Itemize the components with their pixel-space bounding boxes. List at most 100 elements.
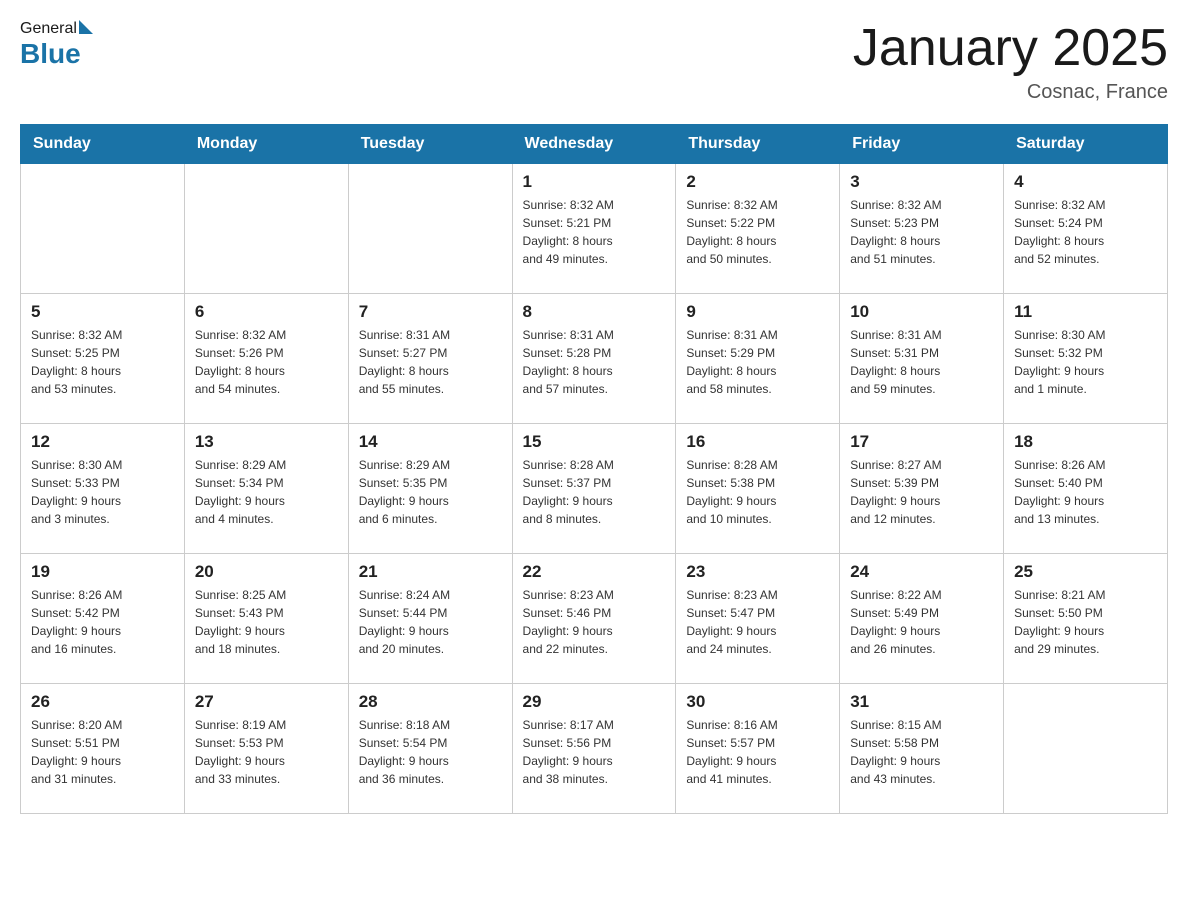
day-info: Sunrise: 8:31 AMSunset: 5:27 PMDaylight:… (359, 326, 502, 398)
page-header: General Blue January 2025 Cosnac, France (20, 20, 1168, 104)
calendar-cell: 23Sunrise: 8:23 AMSunset: 5:47 PMDayligh… (676, 554, 840, 684)
calendar-cell: 26Sunrise: 8:20 AMSunset: 5:51 PMDayligh… (21, 684, 185, 814)
calendar-cell: 13 Sunrise: 8:29 AMSunset: 5:34 PMDayligh… (184, 424, 348, 554)
day-info: Sunrise: 8:18 AMSunset: 5:54 PMDaylight:… (359, 716, 502, 788)
calendar-week-row: 19 Sunrise: 8:26 AMSunset: 5:42 PMDayligh… (21, 554, 1168, 684)
calendar-cell: 21 Sunrise: 8:24 AMSunset: 5:44 PMDayligh… (348, 554, 512, 684)
calendar-cell: 5 Sunrise: 8:32 AMSunset: 5:25 PMDaylight… (21, 294, 185, 424)
day-number: 26 (31, 692, 174, 712)
calendar-header-row: SundayMondayTuesdayWednesdayThursdayFrid… (21, 125, 1168, 164)
day-number: 11 (1014, 302, 1157, 322)
day-of-week-header: Tuesday (348, 125, 512, 164)
calendar-week-row: 12 Sunrise: 8:30 AMSunset: 5:33 PMDayligh… (21, 424, 1168, 554)
calendar-cell: 4 Sunrise: 8:32 AMSunset: 5:24 PMDaylight… (1004, 164, 1168, 294)
day-number: 3 (850, 172, 993, 192)
calendar-title: January 2025 (853, 20, 1168, 77)
day-number: 27 (195, 692, 338, 712)
calendar-cell: 3 Sunrise: 8:32 AMSunset: 5:23 PMDaylight… (840, 164, 1004, 294)
day-number: 29 (523, 692, 666, 712)
calendar-cell: 24Sunrise: 8:22 AMSunset: 5:49 PMDayligh… (840, 554, 1004, 684)
day-number: 10 (850, 302, 993, 322)
day-info: Sunrise: 8:17 AMSunset: 5:56 PMDaylight:… (523, 716, 666, 788)
day-of-week-header: Sunday (21, 125, 185, 164)
calendar-cell: 20 Sunrise: 8:25 AMSunset: 5:43 PMDayligh… (184, 554, 348, 684)
day-number: 4 (1014, 172, 1157, 192)
day-number: 12 (31, 432, 174, 452)
calendar-week-row: 26Sunrise: 8:20 AMSunset: 5:51 PMDayligh… (21, 684, 1168, 814)
day-of-week-header: Monday (184, 125, 348, 164)
day-info: Sunrise: 8:29 AMSunset: 5:34 PMDaylight:… (195, 456, 338, 528)
day-info: Sunrise: 8:29 AMSunset: 5:35 PMDaylight:… (359, 456, 502, 528)
calendar-table: SundayMondayTuesdayWednesdayThursdayFrid… (20, 124, 1168, 814)
calendar-cell (1004, 684, 1168, 814)
day-number: 6 (195, 302, 338, 322)
calendar-cell: 29 Sunrise: 8:17 AMSunset: 5:56 PMDayligh… (512, 684, 676, 814)
logo-arrow-icon (79, 20, 93, 34)
calendar-cell: 14 Sunrise: 8:29 AMSunset: 5:35 PMDayligh… (348, 424, 512, 554)
day-info: Sunrise: 8:32 AMSunset: 5:26 PMDaylight:… (195, 326, 338, 398)
day-info: Sunrise: 8:23 AMSunset: 5:47 PMDaylight:… (686, 586, 829, 658)
day-number: 31 (850, 692, 993, 712)
calendar-cell: 12 Sunrise: 8:30 AMSunset: 5:33 PMDayligh… (21, 424, 185, 554)
day-info: Sunrise: 8:32 AMSunset: 5:24 PMDaylight:… (1014, 196, 1157, 268)
day-info: Sunrise: 8:19 AMSunset: 5:53 PMDaylight:… (195, 716, 338, 788)
calendar-cell: 16Sunrise: 8:28 AMSunset: 5:38 PMDayligh… (676, 424, 840, 554)
day-info: Sunrise: 8:25 AMSunset: 5:43 PMDaylight:… (195, 586, 338, 658)
day-info: Sunrise: 8:28 AMSunset: 5:37 PMDaylight:… (523, 456, 666, 528)
calendar-cell: 9 Sunrise: 8:31 AMSunset: 5:29 PMDaylight… (676, 294, 840, 424)
day-number: 2 (686, 172, 829, 192)
calendar-week-row: 1 Sunrise: 8:32 AMSunset: 5:21 PMDaylight… (21, 164, 1168, 294)
day-info: Sunrise: 8:24 AMSunset: 5:44 PMDaylight:… (359, 586, 502, 658)
day-info: Sunrise: 8:21 AMSunset: 5:50 PMDaylight:… (1014, 586, 1157, 658)
calendar-week-row: 5 Sunrise: 8:32 AMSunset: 5:25 PMDaylight… (21, 294, 1168, 424)
day-info: Sunrise: 8:32 AMSunset: 5:22 PMDaylight:… (686, 196, 829, 268)
day-of-week-header: Saturday (1004, 125, 1168, 164)
day-info: Sunrise: 8:30 AMSunset: 5:33 PMDaylight:… (31, 456, 174, 528)
calendar-cell: 10Sunrise: 8:31 AMSunset: 5:31 PMDayligh… (840, 294, 1004, 424)
day-number: 20 (195, 562, 338, 582)
day-of-week-header: Thursday (676, 125, 840, 164)
calendar-cell: 31 Sunrise: 8:15 AMSunset: 5:58 PMDayligh… (840, 684, 1004, 814)
day-info: Sunrise: 8:28 AMSunset: 5:38 PMDaylight:… (686, 456, 829, 528)
calendar-cell (348, 164, 512, 294)
calendar-cell: 6 Sunrise: 8:32 AMSunset: 5:26 PMDaylight… (184, 294, 348, 424)
day-number: 21 (359, 562, 502, 582)
day-number: 13 (195, 432, 338, 452)
calendar-cell: 22 Sunrise: 8:23 AMSunset: 5:46 PMDayligh… (512, 554, 676, 684)
calendar-cell: 15 Sunrise: 8:28 AMSunset: 5:37 PMDayligh… (512, 424, 676, 554)
calendar-cell: 7Sunrise: 8:31 AMSunset: 5:27 PMDaylight… (348, 294, 512, 424)
day-number: 22 (523, 562, 666, 582)
calendar-cell (21, 164, 185, 294)
day-info: Sunrise: 8:31 AMSunset: 5:29 PMDaylight:… (686, 326, 829, 398)
calendar-cell: 17Sunrise: 8:27 AMSunset: 5:39 PMDayligh… (840, 424, 1004, 554)
day-number: 19 (31, 562, 174, 582)
logo-general-text: General (20, 20, 77, 38)
day-info: Sunrise: 8:32 AMSunset: 5:23 PMDaylight:… (850, 196, 993, 268)
day-info: Sunrise: 8:26 AMSunset: 5:42 PMDaylight:… (31, 586, 174, 658)
day-number: 25 (1014, 562, 1157, 582)
day-info: Sunrise: 8:22 AMSunset: 5:49 PMDaylight:… (850, 586, 993, 658)
logo-blue-text: Blue (20, 38, 81, 70)
calendar-cell: 8Sunrise: 8:31 AMSunset: 5:28 PMDaylight… (512, 294, 676, 424)
day-info: Sunrise: 8:32 AMSunset: 5:25 PMDaylight:… (31, 326, 174, 398)
calendar-cell: 28 Sunrise: 8:18 AMSunset: 5:54 PMDayligh… (348, 684, 512, 814)
calendar-cell: 1 Sunrise: 8:32 AMSunset: 5:21 PMDaylight… (512, 164, 676, 294)
calendar-cell: 11 Sunrise: 8:30 AMSunset: 5:32 PMDayligh… (1004, 294, 1168, 424)
day-info: Sunrise: 8:23 AMSunset: 5:46 PMDaylight:… (523, 586, 666, 658)
calendar-cell: 19 Sunrise: 8:26 AMSunset: 5:42 PMDayligh… (21, 554, 185, 684)
calendar-cell (184, 164, 348, 294)
day-of-week-header: Friday (840, 125, 1004, 164)
calendar-cell: 27 Sunrise: 8:19 AMSunset: 5:53 PMDayligh… (184, 684, 348, 814)
day-number: 9 (686, 302, 829, 322)
day-number: 28 (359, 692, 502, 712)
day-info: Sunrise: 8:32 AMSunset: 5:21 PMDaylight:… (523, 196, 666, 268)
calendar-cell: 2 Sunrise: 8:32 AMSunset: 5:22 PMDaylight… (676, 164, 840, 294)
day-number: 1 (523, 172, 666, 192)
day-number: 15 (523, 432, 666, 452)
day-number: 14 (359, 432, 502, 452)
day-info: Sunrise: 8:30 AMSunset: 5:32 PMDaylight:… (1014, 326, 1157, 398)
day-info: Sunrise: 8:15 AMSunset: 5:58 PMDaylight:… (850, 716, 993, 788)
calendar-cell: 25 Sunrise: 8:21 AMSunset: 5:50 PMDayligh… (1004, 554, 1168, 684)
day-number: 17 (850, 432, 993, 452)
day-number: 5 (31, 302, 174, 322)
